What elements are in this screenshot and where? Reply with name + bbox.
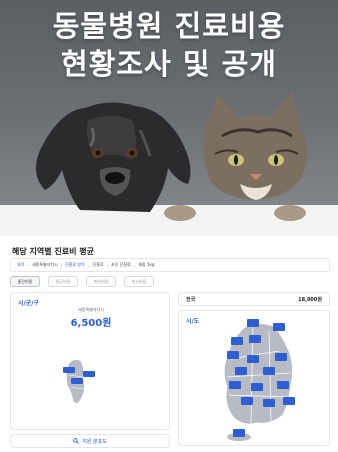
national-average-card: 전국 18,000원 — [178, 292, 330, 306]
distribution-map-button[interactable]: 지원 분포도 — [10, 434, 170, 448]
district-card: 시/군/구 세종특별자치시 6,500원 — [10, 292, 170, 430]
tab-max-cost[interactable]: 최고비용 — [124, 276, 154, 287]
tab-median-cost[interactable]: 중간비용 — [10, 276, 40, 287]
hero-title-line1: 동물병원 진료비용 — [52, 9, 286, 43]
breadcrumb-item[interactable]: 진찰료 항목 — [65, 262, 85, 268]
tab-min-cost[interactable]: 최저비용 — [86, 276, 116, 287]
breadcrumb-item[interactable]: 과목 — [17, 262, 24, 268]
sejong-district-map[interactable] — [11, 293, 171, 431]
breadcrumb-item[interactable]: 체중 5kg — [138, 262, 154, 268]
breadcrumb-separator: › — [106, 262, 109, 268]
tab-average-cost[interactable]: 평균비용 — [48, 276, 78, 287]
panel-title: 해당 지역별 진료비 평균 — [12, 247, 94, 256]
breadcrumb-separator: | — [60, 262, 63, 268]
cost-type-tabs: 중간비용 평균비용 최저비용 최고비용 — [10, 276, 154, 287]
hero-banner: 동물병원 진료비용 현황조사 및 공개 — [0, 0, 338, 240]
breadcrumb-item[interactable]: 진찰료 — [92, 262, 103, 268]
dog-illustration — [36, 102, 191, 212]
national-price: 18,000원 — [298, 297, 322, 303]
distribution-map-label: 지원 분포도 — [82, 438, 107, 445]
hero-title-line2: 현황조사 및 공개 — [61, 47, 277, 81]
breadcrumb: 과목 › 세종특별자치시 | 진찰료 항목 › 진찰료 › 초진 진찰료 › 체… — [10, 258, 330, 272]
search-icon — [73, 438, 80, 444]
cost-panel: 해당 지역별 진료비 평균 과목 › 세종특별자치시 | 진찰료 항목 › 진찰… — [0, 236, 338, 452]
breadcrumb-separator: › — [87, 262, 90, 268]
korea-province-map[interactable] — [179, 311, 331, 447]
breadcrumb-item[interactable]: 초진 진찰료 — [111, 262, 131, 268]
province-card: 시/도 — [178, 310, 330, 446]
breadcrumb-separator: › — [133, 262, 136, 268]
dog-and-cat-photo — [0, 92, 338, 240]
breadcrumb-item[interactable]: 세종특별자치시 — [32, 262, 58, 268]
breadcrumb-separator: › — [27, 262, 29, 268]
national-label: 전국 — [186, 297, 196, 303]
